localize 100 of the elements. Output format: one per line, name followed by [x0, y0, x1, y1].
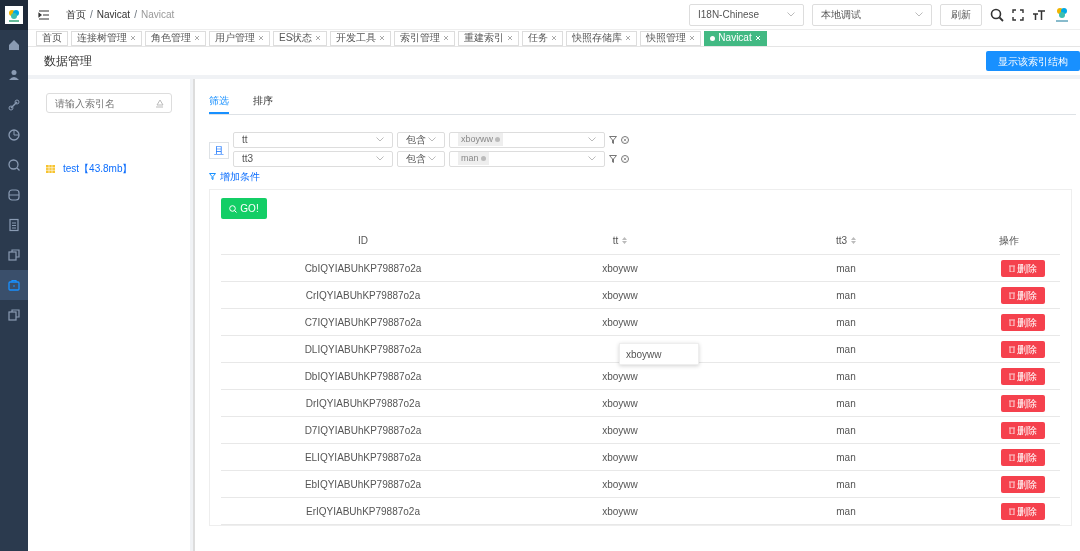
- index-search-field[interactable]: 请输入索引名: [46, 93, 172, 113]
- trash-icon: [1008, 480, 1015, 488]
- delete-button[interactable]: 删除: [1000, 340, 1045, 358]
- delete-button[interactable]: 删除: [1000, 367, 1045, 385]
- page-tab[interactable]: 索引管理: [394, 30, 456, 46]
- table-cell: xboyww: [602, 451, 638, 463]
- environment-select[interactable]: 本地调试: [812, 3, 932, 26]
- field-select[interactable]: tt3: [233, 150, 393, 167]
- breadcrumb-separator: /: [134, 8, 137, 22]
- page-title: 数据管理: [44, 53, 92, 70]
- table-cell-text: man: [835, 261, 857, 276]
- page-tab[interactable]: 快照存储库: [566, 30, 638, 46]
- link-icon[interactable]: [7, 98, 21, 112]
- breadcrumb-separator: /: [90, 8, 93, 22]
- logo-icon: [5, 6, 23, 24]
- page-tab[interactable]: 快照管理: [640, 30, 702, 46]
- trash-icon: [1008, 318, 1015, 326]
- home-icon[interactable]: [7, 38, 21, 52]
- page-tab[interactable]: 任务: [522, 30, 564, 46]
- breadcrumb-item[interactable]: Navicat: [96, 7, 131, 22]
- table-cell-text: DbIQYIABUhKP79887o2a: [303, 369, 423, 384]
- status-dot-icon: [710, 35, 716, 41]
- trash-icon: [1008, 507, 1015, 515]
- chevron-down-icon: [428, 156, 436, 161]
- table-cell-text: man: [835, 477, 857, 492]
- column-header: ID: [358, 234, 368, 248]
- table-cell-text: man: [835, 423, 857, 438]
- breadcrumb-item: Navicat: [140, 8, 175, 22]
- breadcrumb-item[interactable]: 首页: [66, 7, 86, 22]
- page-tab[interactable]: 用户管理: [209, 30, 270, 46]
- chevron-down-icon: [376, 137, 384, 142]
- refresh-button[interactable]: 刷新: [940, 3, 982, 26]
- table-cell-text: man: [835, 396, 857, 411]
- operator-select[interactable]: 包含: [397, 150, 445, 167]
- trash-icon: [1008, 426, 1015, 434]
- table-cell-text: man: [835, 315, 857, 330]
- chevron-down-icon: [588, 137, 596, 142]
- index-item[interactable]: test【43.8mb】: [63, 161, 133, 176]
- page-tab[interactable]: ES状态: [273, 30, 328, 46]
- column-header: 操作: [998, 234, 1019, 248]
- page-tab[interactable]: 开发工具: [330, 30, 392, 46]
- copy-icon[interactable]: [7, 248, 21, 262]
- delete-button[interactable]: 删除: [1000, 421, 1045, 439]
- table-cell-text: man: [835, 504, 857, 519]
- logic-toggle[interactable]: 且: [209, 141, 229, 159]
- filter-icon[interactable]: [609, 154, 617, 163]
- value-tag: xboyww: [458, 132, 503, 147]
- pie-chart-icon[interactable]: [7, 128, 21, 142]
- filter-tab[interactable]: 排序: [253, 89, 273, 114]
- trash-icon: [1008, 372, 1015, 380]
- delete-button[interactable]: 删除: [1000, 448, 1045, 466]
- table-cell-text: DrIQYIABUhKP79887o2a: [304, 396, 422, 411]
- fullscreen-icon[interactable]: [1012, 8, 1024, 21]
- chevron-down-icon: [428, 137, 436, 142]
- table-cell: xboyww: [602, 370, 638, 382]
- filter-icon[interactable]: [609, 135, 617, 144]
- menu-fold-icon[interactable]: [38, 8, 50, 21]
- add-condition-link[interactable]: 增加条件: [209, 169, 260, 184]
- language-select[interactable]: I18N-Chinese: [689, 3, 804, 26]
- table-cell: xboyww: [602, 289, 638, 301]
- page-tab[interactable]: 重建索引: [458, 30, 520, 46]
- table-cell-text: ErIQYIABUhKP79887o2a: [305, 504, 421, 519]
- document-icon[interactable]: [7, 218, 21, 232]
- page-tab[interactable]: 首页: [36, 30, 68, 46]
- filter-icon: [209, 173, 216, 180]
- column-header[interactable]: tt: [612, 233, 628, 248]
- value-tag: man: [458, 151, 489, 166]
- delete-button[interactable]: 删除: [1000, 313, 1045, 331]
- database-icon[interactable]: [7, 188, 21, 202]
- table-cell-text: ELIQYIABUhKP79887o2a: [303, 450, 423, 465]
- operator-select[interactable]: 包含: [397, 131, 445, 148]
- table-cell-text: EbIQYIABUhKP79887o2a: [303, 477, 423, 492]
- copy-icon[interactable]: [7, 308, 21, 322]
- briefcase-icon[interactable]: [7, 278, 21, 292]
- table-cell: xboyww: [602, 478, 638, 490]
- table-cell: xboyww: [602, 505, 638, 517]
- sort-icon[interactable]: [851, 237, 857, 244]
- search-icon[interactable]: [990, 7, 1004, 22]
- page-tab[interactable]: 角色管理: [145, 30, 206, 46]
- remove-icon[interactable]: [621, 154, 629, 163]
- table-icon: [46, 164, 55, 173]
- page-tab[interactable]: 连接树管理: [71, 30, 142, 46]
- tooltip: xboyww: [619, 343, 699, 365]
- trash-icon: [1008, 345, 1015, 353]
- delete-button[interactable]: 删除: [1000, 502, 1045, 520]
- field-select[interactable]: tt: [233, 131, 393, 148]
- user-icon[interactable]: [7, 68, 21, 82]
- delete-button[interactable]: 删除: [1000, 394, 1045, 412]
- delete-button[interactable]: 删除: [1000, 259, 1045, 277]
- table-cell: xboyww: [602, 262, 638, 274]
- delete-button[interactable]: 删除: [1000, 286, 1045, 304]
- table-cell-text: CbIQYIABUhKP79887o2a: [303, 261, 423, 276]
- remove-icon[interactable]: [621, 135, 629, 144]
- sort-icon[interactable]: [622, 237, 628, 244]
- column-header[interactable]: tt3: [835, 233, 857, 248]
- font-size-icon[interactable]: [1032, 8, 1046, 21]
- search-icon: [229, 204, 238, 213]
- chevron-down-icon: [588, 156, 596, 161]
- trash-icon: [1008, 291, 1015, 299]
- delete-button[interactable]: 删除: [1000, 475, 1045, 493]
